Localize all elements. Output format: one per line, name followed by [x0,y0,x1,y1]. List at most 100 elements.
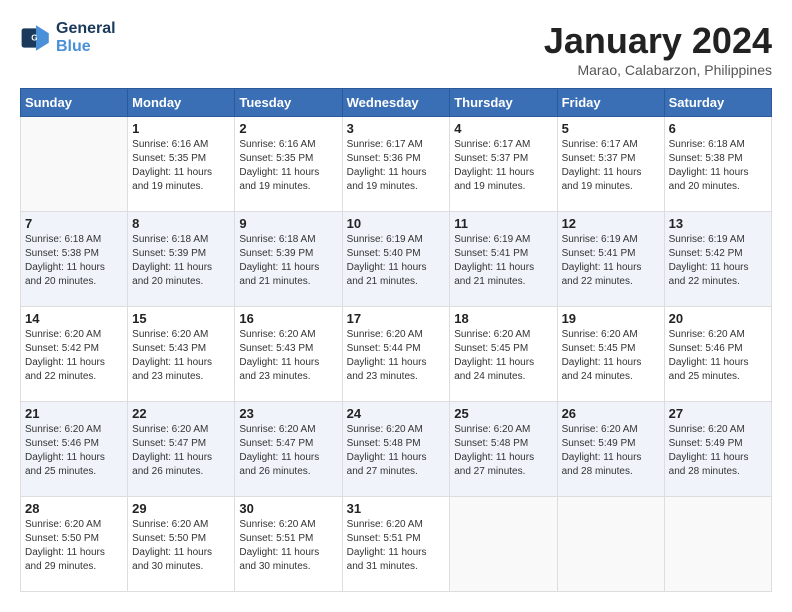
day-info: Sunrise: 6:17 AMSunset: 5:37 PMDaylight:… [562,138,660,194]
day-info: Sunrise: 6:19 AMSunset: 5:41 PMDaylight:… [562,233,660,289]
sunset-text: Sunset: 5:51 PM [347,532,446,546]
calendar-cell [21,117,128,212]
calendar-cell: 13Sunrise: 6:19 AMSunset: 5:42 PMDayligh… [664,212,771,307]
sunset-text: Sunset: 5:47 PM [239,437,337,451]
day-number: 11 [454,216,552,231]
sunset-text: Sunset: 5:48 PM [347,437,446,451]
calendar-cell: 11 Sunrise: 6:19 AMSunset: 5:41 PMDayligh… [450,212,557,307]
sunset-text: Sunset: 5:39 PM [132,247,230,261]
daylight-text: Daylight: 11 hours and 20 minutes. [25,261,123,289]
day-number: 15 [132,311,230,326]
daylight-text: Daylight: 11 hours and 26 minutes. [132,451,230,479]
day-info: Sunrise: 6:20 AMSunset: 5:46 PMDaylight:… [669,328,767,384]
calendar-cell: 17Sunrise: 6:20 AMSunset: 5:44 PMDayligh… [342,307,450,402]
daylight-text: Daylight: 11 hours and 24 minutes. [562,356,660,384]
day-info: Sunrise: 6:19 AMSunset: 5:41 PMDaylight:… [454,233,552,289]
sunset-text: Sunset: 5:41 PM [562,247,660,261]
sunset-text: Sunset: 5:44 PM [347,342,446,356]
day-info: Sunrise: 6:16 AMSunset: 5:35 PMDaylight:… [132,138,230,194]
sunset-text: Sunset: 5:50 PM [25,532,123,546]
sunrise-text: Sunrise: 6:20 AM [562,328,660,342]
sunset-text: Sunset: 5:46 PM [669,342,767,356]
daylight-text: Daylight: 11 hours and 30 minutes. [239,546,337,574]
sunrise-text: Sunrise: 6:18 AM [669,138,767,152]
daylight-text: Daylight: 11 hours and 29 minutes. [25,546,123,574]
day-number: 18 [454,311,552,326]
calendar-cell: 4Sunrise: 6:17 AMSunset: 5:37 PMDaylight… [450,117,557,212]
calendar-cell: 23Sunrise: 6:20 AMSunset: 5:47 PMDayligh… [235,402,342,497]
sunset-text: Sunset: 5:40 PM [347,247,446,261]
day-info: Sunrise: 6:20 AMSunset: 5:43 PMDaylight:… [132,328,230,384]
sunrise-text: Sunrise: 6:20 AM [562,423,660,437]
day-info: Sunrise: 6:20 AMSunset: 5:48 PMDaylight:… [454,423,552,479]
page-header: G General Blue January 2024 Marao, Calab… [20,20,772,78]
daylight-text: Daylight: 11 hours and 23 minutes. [132,356,230,384]
day-info: Sunrise: 6:18 AMSunset: 5:39 PMDaylight:… [132,233,230,289]
day-number: 20 [669,311,767,326]
day-number: 10 [347,216,446,231]
day-info: Sunrise: 6:20 AMSunset: 5:45 PMDaylight:… [562,328,660,384]
calendar-cell: 10Sunrise: 6:19 AMSunset: 5:40 PMDayligh… [342,212,450,307]
daylight-text: Daylight: 11 hours and 20 minutes. [669,166,767,194]
day-info: Sunrise: 6:20 AMSunset: 5:42 PMDaylight:… [25,328,123,384]
daylight-text: Daylight: 11 hours and 22 minutes. [562,261,660,289]
weekday-header: Friday [557,89,664,117]
location: Marao, Calabarzon, Philippines [544,62,772,78]
sunset-text: Sunset: 5:51 PM [239,532,337,546]
sunset-text: Sunset: 5:37 PM [454,152,552,166]
calendar-cell: 12Sunrise: 6:19 AMSunset: 5:41 PMDayligh… [557,212,664,307]
weekday-header: Thursday [450,89,557,117]
day-info: Sunrise: 6:20 AMSunset: 5:51 PMDaylight:… [347,518,446,574]
sunset-text: Sunset: 5:43 PM [132,342,230,356]
calendar-cell: 18Sunrise: 6:20 AMSunset: 5:45 PMDayligh… [450,307,557,402]
calendar-cell: 1Sunrise: 6:16 AMSunset: 5:35 PMDaylight… [128,117,235,212]
sunrise-text: Sunrise: 6:19 AM [347,233,446,247]
day-number: 3 [347,121,446,136]
calendar-cell [664,497,771,592]
day-info: Sunrise: 6:20 AMSunset: 5:46 PMDaylight:… [25,423,123,479]
sunset-text: Sunset: 5:38 PM [669,152,767,166]
sunrise-text: Sunrise: 6:17 AM [347,138,446,152]
day-number: 27 [669,406,767,421]
sunrise-text: Sunrise: 6:17 AM [454,138,552,152]
calendar-cell: 28 Sunrise: 6:20 AMSunset: 5:50 PMDayligh… [21,497,128,592]
logo: G General Blue [20,20,116,56]
daylight-text: Daylight: 11 hours and 19 minutes. [454,166,552,194]
daylight-text: Daylight: 11 hours and 20 minutes. [132,261,230,289]
sunrise-text: Sunrise: 6:20 AM [25,423,123,437]
calendar-cell: 27Sunrise: 6:20 AMSunset: 5:49 PMDayligh… [664,402,771,497]
calendar-cell: 24Sunrise: 6:20 AMSunset: 5:48 PMDayligh… [342,402,450,497]
daylight-text: Daylight: 11 hours and 22 minutes. [669,261,767,289]
day-number: 28 [25,501,123,516]
calendar-cell: 29Sunrise: 6:20 AMSunset: 5:50 PMDayligh… [128,497,235,592]
day-info: Sunrise: 6:17 AMSunset: 5:36 PMDaylight:… [347,138,446,194]
sunset-text: Sunset: 5:49 PM [669,437,767,451]
sunrise-text: Sunrise: 6:19 AM [562,233,660,247]
sunset-text: Sunset: 5:48 PM [454,437,552,451]
sunset-text: Sunset: 5:35 PM [132,152,230,166]
day-info: Sunrise: 6:20 AMSunset: 5:51 PMDaylight:… [239,518,337,574]
sunrise-text: Sunrise: 6:19 AM [454,233,552,247]
title-area: January 2024 Marao, Calabarzon, Philippi… [544,20,772,78]
logo-text: General Blue [56,20,116,56]
sunset-text: Sunset: 5:43 PM [239,342,337,356]
calendar-cell: 26Sunrise: 6:20 AMSunset: 5:49 PMDayligh… [557,402,664,497]
sunset-text: Sunset: 5:46 PM [25,437,123,451]
day-number: 7 [25,216,123,231]
day-info: Sunrise: 6:20 AMSunset: 5:47 PMDaylight:… [132,423,230,479]
daylight-text: Daylight: 11 hours and 24 minutes. [454,356,552,384]
day-info: Sunrise: 6:16 AMSunset: 5:35 PMDaylight:… [239,138,337,194]
weekday-header: Monday [128,89,235,117]
day-info: Sunrise: 6:17 AMSunset: 5:37 PMDaylight:… [454,138,552,194]
sunset-text: Sunset: 5:36 PM [347,152,446,166]
day-info: Sunrise: 6:20 AMSunset: 5:44 PMDaylight:… [347,328,446,384]
sunrise-text: Sunrise: 6:20 AM [669,328,767,342]
daylight-text: Daylight: 11 hours and 27 minutes. [454,451,552,479]
calendar-cell: 20 Sunrise: 6:20 AMSunset: 5:46 PMDayligh… [664,307,771,402]
sunrise-text: Sunrise: 6:20 AM [669,423,767,437]
day-info: Sunrise: 6:20 AMSunset: 5:50 PMDaylight:… [25,518,123,574]
calendar-cell: 9Sunrise: 6:18 AMSunset: 5:39 PMDaylight… [235,212,342,307]
sunset-text: Sunset: 5:47 PM [132,437,230,451]
day-info: Sunrise: 6:20 AMSunset: 5:48 PMDaylight:… [347,423,446,479]
calendar-cell: 8Sunrise: 6:18 AMSunset: 5:39 PMDaylight… [128,212,235,307]
